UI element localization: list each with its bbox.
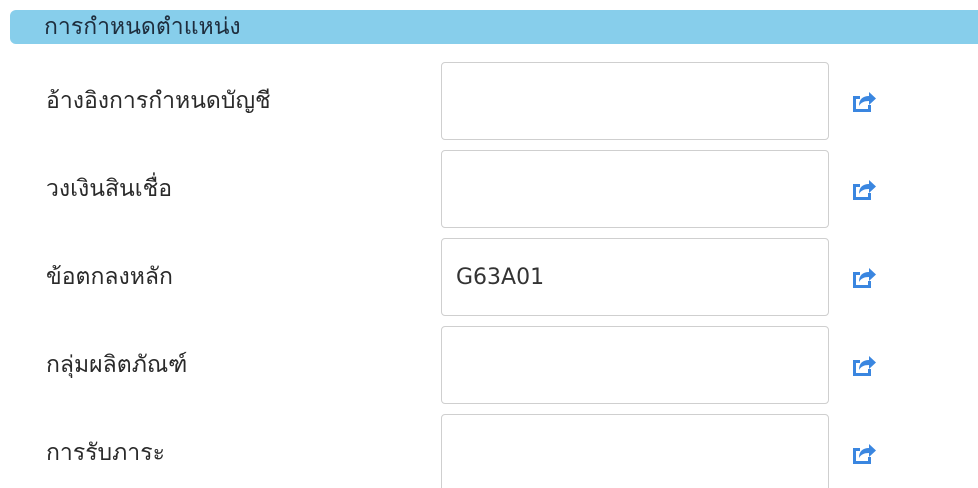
section-title: การกำหนดตำแหน่ง	[44, 13, 241, 40]
share-icon[interactable]	[850, 176, 878, 202]
master-agreement-input[interactable]	[441, 238, 829, 316]
account-assignment-ref-input[interactable]	[441, 62, 829, 140]
product-group-input[interactable]	[441, 326, 829, 404]
form-row-account-assignment-ref: อ้างอิงการกำหนดบัญชี	[0, 62, 978, 140]
form-row-credit-limit: วงเงินสินเชื่อ	[0, 150, 978, 228]
field-label: กลุ่มผลิตภัณฑ์	[46, 352, 188, 378]
position-assignment-panel: การกำหนดตำแหน่ง อ้างอิงการกำหนดบัญชี วงเ…	[0, 0, 978, 488]
share-icon[interactable]	[850, 352, 878, 378]
field-label: ข้อตกลงหลัก	[46, 264, 173, 290]
section-header: การกำหนดตำแหน่ง	[10, 10, 978, 44]
liability-assumption-input[interactable]	[441, 414, 829, 488]
field-label: อ้างอิงการกำหนดบัญชี	[46, 88, 271, 114]
form-row-liability-assumption: การรับภาระ	[0, 414, 978, 488]
field-label: การรับภาระ	[46, 440, 165, 466]
field-label: วงเงินสินเชื่อ	[46, 176, 173, 202]
share-icon[interactable]	[850, 264, 878, 290]
credit-limit-input[interactable]	[441, 150, 829, 228]
form-row-product-group: กลุ่มผลิตภัณฑ์	[0, 326, 978, 404]
form-row-master-agreement: ข้อตกลงหลัก	[0, 238, 978, 316]
share-icon[interactable]	[850, 88, 878, 114]
share-icon[interactable]	[850, 440, 878, 466]
